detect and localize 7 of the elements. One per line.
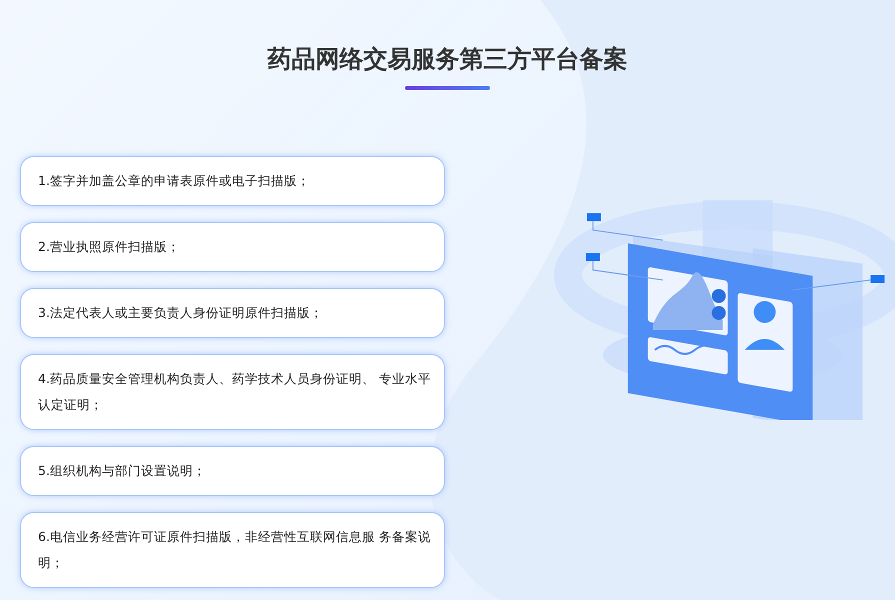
requirement-text: 3.法定代表人或主要负责人身份证明原件扫描版； [38,304,323,322]
requirement-text: 4.药品质量安全管理机构负责人、药学技术人员身份证明、 专业水平认定证明； [38,370,432,414]
requirement-text: 2.营业执照原件扫描版； [38,238,180,256]
requirement-text: 5.组织机构与部门设置说明； [38,462,206,480]
page-title: 药品网络交易服务第三方平台备案 [268,44,628,75]
requirement-text: 6.电信业务经营许可证原件扫描版，非经营性互联网信息服 务备案说明； [38,528,432,572]
requirement-text: 1.签字并加盖公章的申请表原件或电子扫描版； [38,172,310,190]
